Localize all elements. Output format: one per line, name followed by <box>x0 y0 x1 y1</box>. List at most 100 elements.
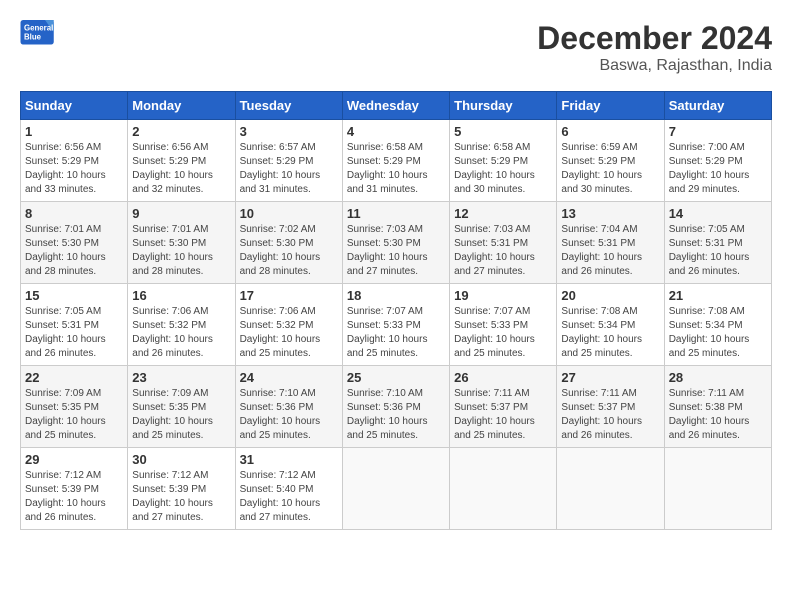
day-number: 23 <box>132 370 230 385</box>
day-number: 15 <box>25 288 123 303</box>
day-cell-5: 5 Sunrise: 6:58 AM Sunset: 5:29 PM Dayli… <box>450 120 557 202</box>
day-number: 19 <box>454 288 552 303</box>
day-cell-2: 2 Sunrise: 6:56 AM Sunset: 5:29 PM Dayli… <box>128 120 235 202</box>
day-cell-10: 10 Sunrise: 7:02 AM Sunset: 5:30 PM Dayl… <box>235 202 342 284</box>
empty-cell <box>342 448 449 530</box>
page-header: General Blue December 2024 Baswa, Rajast… <box>20 20 772 75</box>
day-number: 24 <box>240 370 338 385</box>
day-info: Sunrise: 7:09 AM Sunset: 5:35 PM Dayligh… <box>132 387 230 443</box>
weekday-header-monday: Monday <box>128 92 235 120</box>
day-info: Sunrise: 7:09 AM Sunset: 5:35 PM Dayligh… <box>25 387 123 443</box>
day-number: 8 <box>25 206 123 221</box>
day-info: Sunrise: 7:02 AM Sunset: 5:30 PM Dayligh… <box>240 223 338 279</box>
calendar-table: SundayMondayTuesdayWednesdayThursdayFrid… <box>20 91 772 530</box>
day-number: 28 <box>669 370 767 385</box>
empty-cell <box>557 448 664 530</box>
day-info: Sunrise: 7:05 AM Sunset: 5:31 PM Dayligh… <box>669 223 767 279</box>
day-number: 2 <box>132 124 230 139</box>
empty-cell <box>450 448 557 530</box>
day-info: Sunrise: 7:12 AM Sunset: 5:39 PM Dayligh… <box>25 469 123 525</box>
day-cell-3: 3 Sunrise: 6:57 AM Sunset: 5:29 PM Dayli… <box>235 120 342 202</box>
day-cell-24: 24 Sunrise: 7:10 AM Sunset: 5:36 PM Dayl… <box>235 366 342 448</box>
day-number: 14 <box>669 206 767 221</box>
weekday-header-saturday: Saturday <box>664 92 771 120</box>
day-info: Sunrise: 6:58 AM Sunset: 5:29 PM Dayligh… <box>454 141 552 197</box>
svg-text:General: General <box>24 24 53 33</box>
weekday-header-sunday: Sunday <box>21 92 128 120</box>
day-cell-20: 20 Sunrise: 7:08 AM Sunset: 5:34 PM Dayl… <box>557 284 664 366</box>
day-info: Sunrise: 7:06 AM Sunset: 5:32 PM Dayligh… <box>132 305 230 361</box>
day-info: Sunrise: 6:56 AM Sunset: 5:29 PM Dayligh… <box>25 141 123 197</box>
weekday-header-tuesday: Tuesday <box>235 92 342 120</box>
day-number: 10 <box>240 206 338 221</box>
day-info: Sunrise: 7:06 AM Sunset: 5:32 PM Dayligh… <box>240 305 338 361</box>
day-cell-17: 17 Sunrise: 7:06 AM Sunset: 5:32 PM Dayl… <box>235 284 342 366</box>
day-cell-16: 16 Sunrise: 7:06 AM Sunset: 5:32 PM Dayl… <box>128 284 235 366</box>
day-info: Sunrise: 7:01 AM Sunset: 5:30 PM Dayligh… <box>132 223 230 279</box>
weekday-header-friday: Friday <box>557 92 664 120</box>
day-number: 12 <box>454 206 552 221</box>
calendar-week-2: 8 Sunrise: 7:01 AM Sunset: 5:30 PM Dayli… <box>21 202 772 284</box>
day-info: Sunrise: 7:08 AM Sunset: 5:34 PM Dayligh… <box>561 305 659 361</box>
title-area: December 2024 Baswa, Rajasthan, India <box>537 20 772 75</box>
day-cell-22: 22 Sunrise: 7:09 AM Sunset: 5:35 PM Dayl… <box>21 366 128 448</box>
day-number: 16 <box>132 288 230 303</box>
empty-cell <box>664 448 771 530</box>
day-cell-6: 6 Sunrise: 6:59 AM Sunset: 5:29 PM Dayli… <box>557 120 664 202</box>
day-number: 31 <box>240 452 338 467</box>
day-info: Sunrise: 6:59 AM Sunset: 5:29 PM Dayligh… <box>561 141 659 197</box>
svg-text:Blue: Blue <box>24 32 42 41</box>
day-cell-14: 14 Sunrise: 7:05 AM Sunset: 5:31 PM Dayl… <box>664 202 771 284</box>
day-number: 17 <box>240 288 338 303</box>
day-info: Sunrise: 7:10 AM Sunset: 5:36 PM Dayligh… <box>240 387 338 443</box>
day-number: 3 <box>240 124 338 139</box>
day-cell-19: 19 Sunrise: 7:07 AM Sunset: 5:33 PM Dayl… <box>450 284 557 366</box>
day-info: Sunrise: 7:12 AM Sunset: 5:39 PM Dayligh… <box>132 469 230 525</box>
day-cell-8: 8 Sunrise: 7:01 AM Sunset: 5:30 PM Dayli… <box>21 202 128 284</box>
day-info: Sunrise: 7:10 AM Sunset: 5:36 PM Dayligh… <box>347 387 445 443</box>
day-info: Sunrise: 7:03 AM Sunset: 5:31 PM Dayligh… <box>454 223 552 279</box>
day-cell-9: 9 Sunrise: 7:01 AM Sunset: 5:30 PM Dayli… <box>128 202 235 284</box>
calendar-week-1: 1 Sunrise: 6:56 AM Sunset: 5:29 PM Dayli… <box>21 120 772 202</box>
day-cell-31: 31 Sunrise: 7:12 AM Sunset: 5:40 PM Dayl… <box>235 448 342 530</box>
month-title: December 2024 <box>537 20 772 57</box>
day-info: Sunrise: 7:07 AM Sunset: 5:33 PM Dayligh… <box>347 305 445 361</box>
day-cell-23: 23 Sunrise: 7:09 AM Sunset: 5:35 PM Dayl… <box>128 366 235 448</box>
day-info: Sunrise: 7:04 AM Sunset: 5:31 PM Dayligh… <box>561 223 659 279</box>
day-cell-28: 28 Sunrise: 7:11 AM Sunset: 5:38 PM Dayl… <box>664 366 771 448</box>
day-number: 7 <box>669 124 767 139</box>
day-cell-18: 18 Sunrise: 7:07 AM Sunset: 5:33 PM Dayl… <box>342 284 449 366</box>
logo-icon: General Blue <box>20 20 56 48</box>
calendar-week-5: 29 Sunrise: 7:12 AM Sunset: 5:39 PM Dayl… <box>21 448 772 530</box>
day-number: 29 <box>25 452 123 467</box>
day-info: Sunrise: 7:00 AM Sunset: 5:29 PM Dayligh… <box>669 141 767 197</box>
day-number: 11 <box>347 206 445 221</box>
day-cell-12: 12 Sunrise: 7:03 AM Sunset: 5:31 PM Dayl… <box>450 202 557 284</box>
calendar-week-3: 15 Sunrise: 7:05 AM Sunset: 5:31 PM Dayl… <box>21 284 772 366</box>
day-number: 22 <box>25 370 123 385</box>
day-cell-21: 21 Sunrise: 7:08 AM Sunset: 5:34 PM Dayl… <box>664 284 771 366</box>
day-number: 25 <box>347 370 445 385</box>
day-info: Sunrise: 7:07 AM Sunset: 5:33 PM Dayligh… <box>454 305 552 361</box>
day-cell-29: 29 Sunrise: 7:12 AM Sunset: 5:39 PM Dayl… <box>21 448 128 530</box>
day-cell-30: 30 Sunrise: 7:12 AM Sunset: 5:39 PM Dayl… <box>128 448 235 530</box>
day-cell-7: 7 Sunrise: 7:00 AM Sunset: 5:29 PM Dayli… <box>664 120 771 202</box>
day-number: 30 <box>132 452 230 467</box>
day-info: Sunrise: 6:57 AM Sunset: 5:29 PM Dayligh… <box>240 141 338 197</box>
day-cell-27: 27 Sunrise: 7:11 AM Sunset: 5:37 PM Dayl… <box>557 366 664 448</box>
day-cell-4: 4 Sunrise: 6:58 AM Sunset: 5:29 PM Dayli… <box>342 120 449 202</box>
day-info: Sunrise: 7:05 AM Sunset: 5:31 PM Dayligh… <box>25 305 123 361</box>
day-info: Sunrise: 7:03 AM Sunset: 5:30 PM Dayligh… <box>347 223 445 279</box>
day-number: 9 <box>132 206 230 221</box>
weekday-header-thursday: Thursday <box>450 92 557 120</box>
day-number: 13 <box>561 206 659 221</box>
day-number: 20 <box>561 288 659 303</box>
day-info: Sunrise: 7:12 AM Sunset: 5:40 PM Dayligh… <box>240 469 338 525</box>
day-cell-25: 25 Sunrise: 7:10 AM Sunset: 5:36 PM Dayl… <box>342 366 449 448</box>
day-number: 26 <box>454 370 552 385</box>
day-number: 21 <box>669 288 767 303</box>
day-cell-15: 15 Sunrise: 7:05 AM Sunset: 5:31 PM Dayl… <box>21 284 128 366</box>
day-cell-1: 1 Sunrise: 6:56 AM Sunset: 5:29 PM Dayli… <box>21 120 128 202</box>
day-number: 1 <box>25 124 123 139</box>
calendar-header-row: SundayMondayTuesdayWednesdayThursdayFrid… <box>21 92 772 120</box>
